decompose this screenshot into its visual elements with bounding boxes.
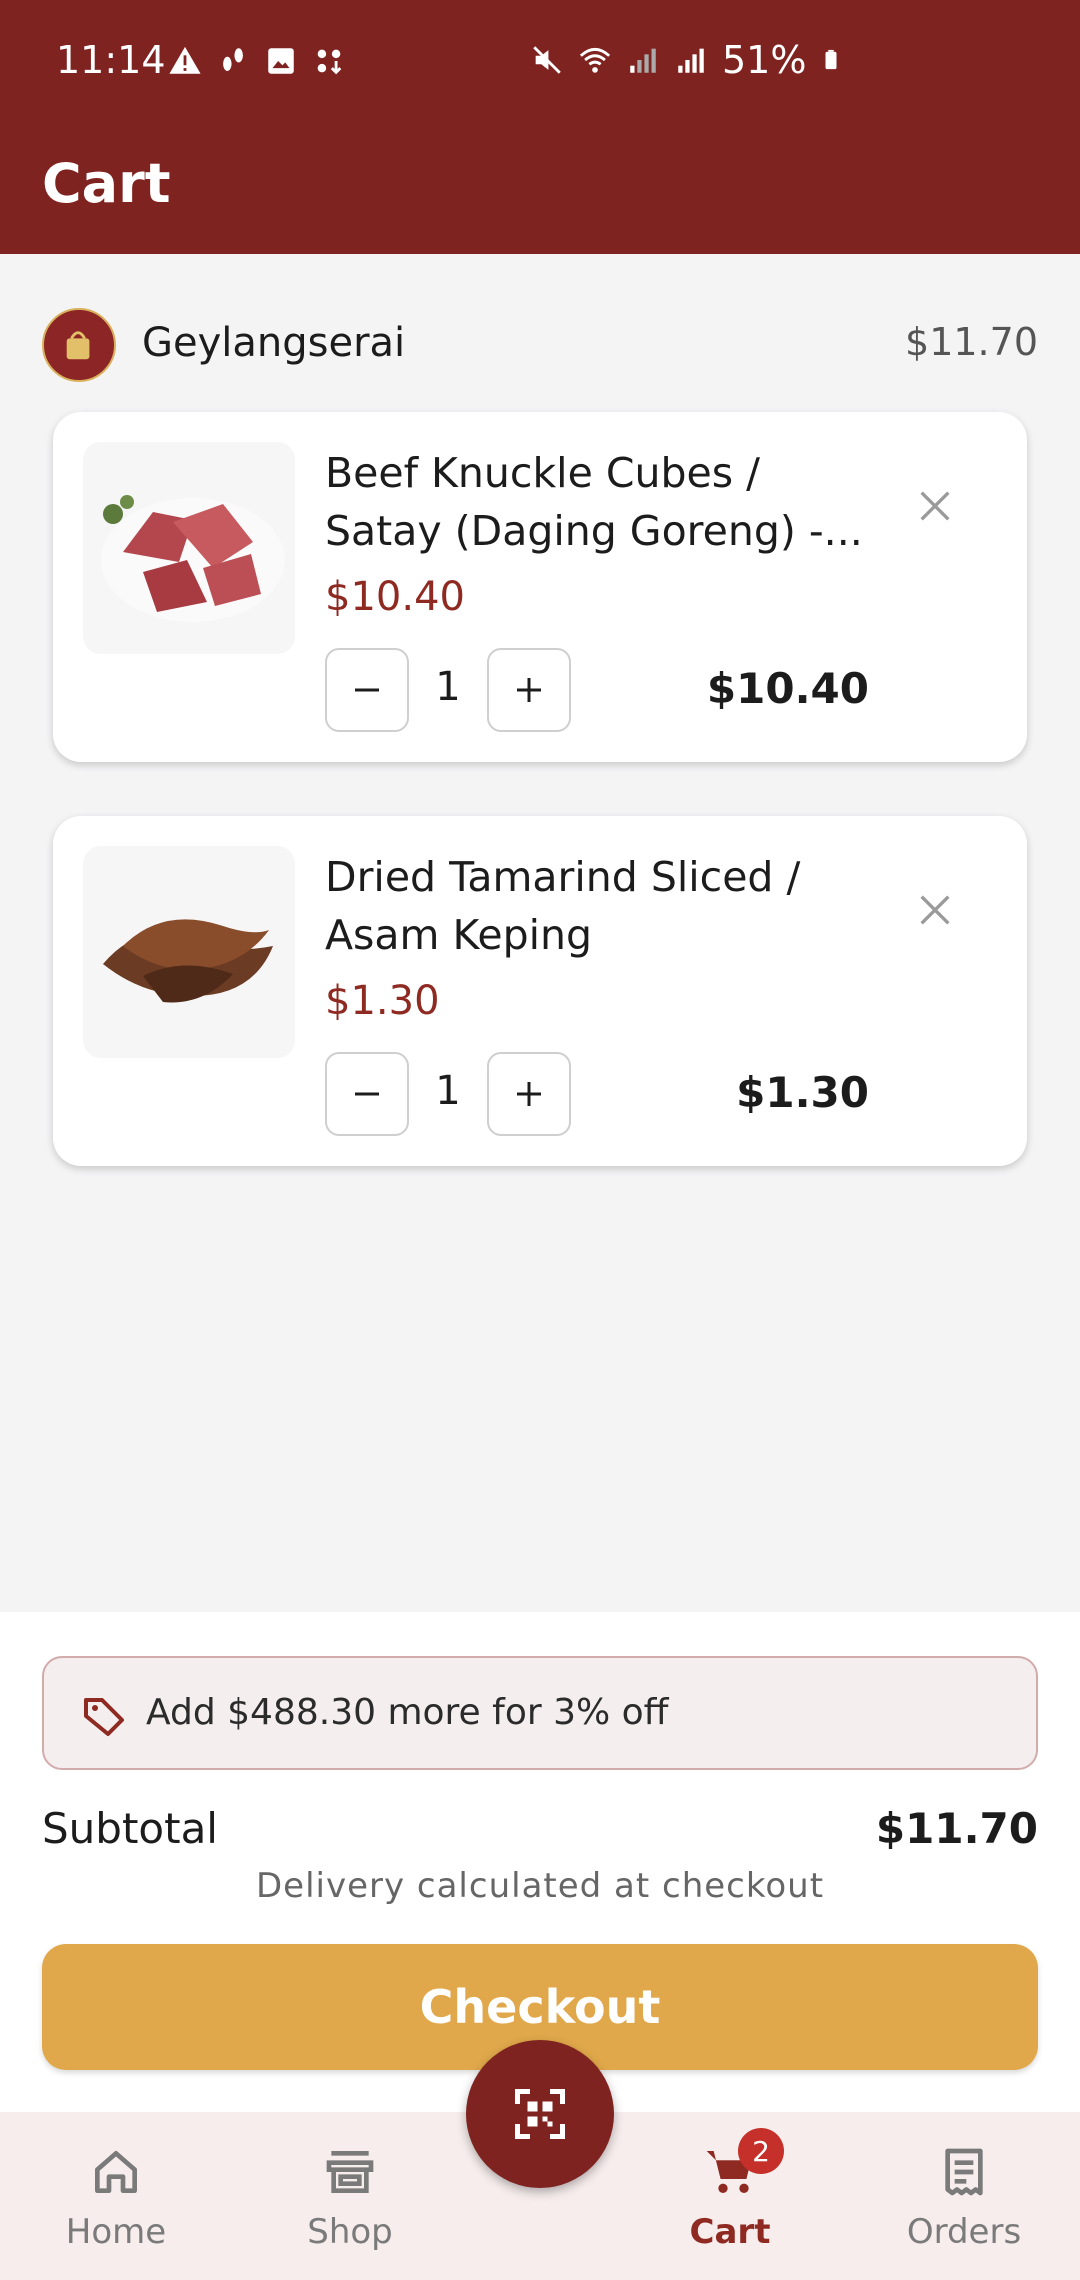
store-logo-icon	[66, 331, 90, 360]
wifi-icon	[579, 47, 611, 73]
discount-banner: Add $488.30 more for 3% off	[42, 1656, 1038, 1770]
nav-orders[interactable]: Orders	[864, 2112, 1064, 2280]
product-name[interactable]: Dried Tamarind Sliced / Asam Keping	[325, 848, 885, 964]
minus-icon	[355, 688, 379, 692]
nav-orders-label: Orders	[906, 2212, 1022, 2252]
line-total: $1.30	[736, 1068, 869, 1117]
nav-shop[interactable]: Shop	[250, 2112, 450, 2280]
status-bar: 11:14 51%	[0, 0, 1080, 130]
cart-icon: 2	[702, 2128, 784, 2200]
footprint-icon	[223, 48, 243, 71]
signal-weak-icon	[630, 48, 656, 73]
product-name[interactable]: Beef Knuckle Cubes / Satay (Daging Goren…	[325, 444, 885, 560]
qr-code-icon	[515, 2089, 565, 2139]
cart-count-badge: 2	[738, 2128, 784, 2174]
discount-message: Add $488.30 more for 3% off	[146, 1692, 669, 1733]
store-name: Geylangserai	[142, 320, 406, 366]
nav-shop-label: Shop	[307, 2212, 393, 2252]
app-bar: Cart	[0, 130, 1080, 254]
delivery-note: Delivery calculated at checkout	[255, 1866, 825, 1906]
cart-item: Beef Knuckle Cubes / Satay (Daging Goren…	[53, 412, 1027, 762]
close-icon	[920, 491, 950, 521]
line-total: $10.40	[706, 664, 869, 713]
status-system-icons: 51%	[530, 38, 842, 82]
minus-icon	[355, 1092, 379, 1096]
decrease-quantity-button[interactable]	[325, 1052, 409, 1136]
store-logo	[42, 308, 116, 382]
increase-quantity-button[interactable]	[487, 1052, 571, 1136]
store-header: Geylangserai $11.70	[0, 300, 1080, 390]
nav-cart[interactable]: 2 Cart	[630, 2112, 830, 2280]
mute-icon	[533, 46, 561, 74]
increase-quantity-button[interactable]	[487, 648, 571, 732]
subtotal-label: Subtotal	[42, 1804, 218, 1853]
quantity-value: 1	[435, 664, 461, 710]
unit-price: $1.30	[325, 978, 440, 1024]
receipt-icon	[945, 2148, 983, 2196]
nav-home[interactable]: Home	[16, 2112, 216, 2280]
quantity-value: 1	[435, 1068, 461, 1114]
store-total: $11.70	[905, 320, 1038, 364]
battery-icon	[825, 49, 837, 70]
signal-icon	[678, 48, 704, 73]
warning-icon	[169, 46, 201, 74]
remove-item-button[interactable]	[911, 482, 959, 530]
subtotal-value: $11.70	[875, 1804, 1038, 1853]
nav-home-label: Home	[65, 2212, 167, 2252]
remove-item-button[interactable]	[911, 886, 959, 934]
page-title: Cart	[42, 152, 171, 215]
battery-percent: 51%	[722, 38, 807, 82]
checkout-summary: Add $488.30 more for 3% off Subtotal $11…	[0, 1612, 1080, 2112]
status-time: 11:14	[56, 38, 166, 82]
plus-icon	[517, 1082, 541, 1106]
status-notification-icons	[168, 44, 346, 78]
tag-icon	[84, 1698, 124, 1736]
nav-cart-label: Cart	[689, 2212, 771, 2252]
qr-scan-button[interactable]	[466, 2040, 614, 2188]
product-image[interactable]	[83, 846, 295, 1058]
close-icon	[920, 895, 950, 925]
product-image[interactable]	[83, 442, 295, 654]
store-icon	[326, 2151, 374, 2193]
download-icon	[317, 49, 342, 75]
plus-icon	[517, 678, 541, 702]
image-icon	[268, 48, 294, 74]
cart-item: Dried Tamarind Sliced / Asam Keping $1.3…	[53, 816, 1027, 1166]
decrease-quantity-button[interactable]	[325, 648, 409, 732]
home-icon	[95, 2151, 138, 2193]
unit-price: $10.40	[325, 574, 465, 620]
